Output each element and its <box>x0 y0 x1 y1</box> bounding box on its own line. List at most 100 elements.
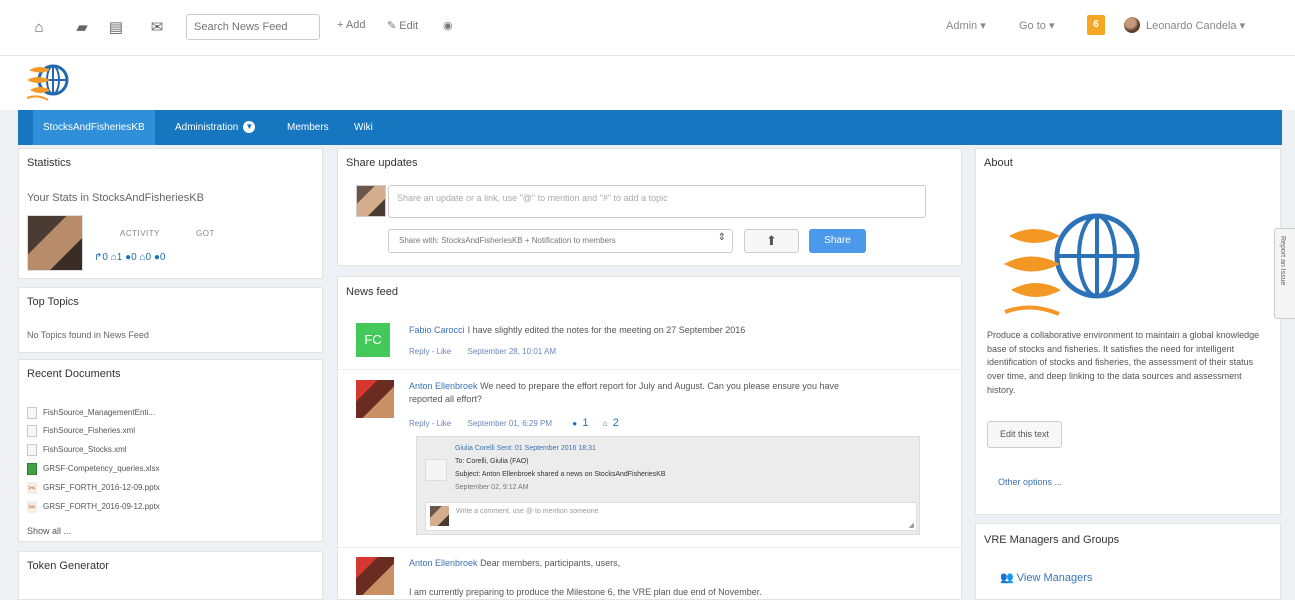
main-navigation: StocksAndFisheriesKB Administration ▼ Mem… <box>18 110 1282 145</box>
post-date: September 01, 6:29 PM <box>467 419 553 428</box>
divider <box>338 369 961 370</box>
other-options-link[interactable]: Other options ... <box>998 477 1062 487</box>
share-button[interactable]: Share <box>809 229 866 253</box>
user-profile-avatar[interactable] <box>27 215 83 271</box>
document-link[interactable]: GRSF-Competency_queries.xlsx <box>27 463 159 475</box>
notification-badge[interactable]: 6 <box>1087 15 1105 35</box>
share-update-input[interactable]: Share an update or a link, use "@" to me… <box>388 185 926 218</box>
comment-author-sent: Giulia Corelli Sent: 01 September 2016 1… <box>455 445 596 452</box>
activity-label: ACTIVITY <box>120 229 161 238</box>
document-icon <box>27 425 37 437</box>
comment-placeholder: Write a comment, use @ to mention someon… <box>456 508 599 515</box>
post-author[interactable]: Anton Ellenbroek <box>409 381 478 391</box>
document-name: FishSource_Stocks.xml <box>43 445 127 455</box>
view-managers-label: View Managers <box>1016 572 1093 584</box>
nav-administration[interactable]: Administration ▼ <box>165 110 265 145</box>
post-meta: Reply - Like September 01, 6:29 PM ● 1 ⌂… <box>409 417 619 429</box>
search-news-feed-input[interactable] <box>186 14 320 40</box>
post-text-line-1: We need to prepare the effort report for… <box>480 381 839 391</box>
document-icon <box>27 444 37 456</box>
nav-stocks-and-fisheries-kb[interactable]: StocksAndFisheriesKB <box>33 110 155 145</box>
admin-menu[interactable]: Admin ▾ <box>946 19 986 32</box>
edit-text-button[interactable]: Edit this text <box>987 421 1062 448</box>
presentation-icon: ✂ <box>27 482 37 494</box>
nav-wiki[interactable]: Wiki <box>344 110 383 145</box>
statistics-card: Statistics Your Stats in StocksAndFisher… <box>18 148 323 279</box>
like-link[interactable]: Like <box>437 419 452 428</box>
edit-icon: ✎ <box>387 20 397 32</box>
show-all-link[interactable]: Show all ... <box>27 526 71 536</box>
comment-author-avatar[interactable] <box>425 459 447 481</box>
site-header <box>0 56 1295 110</box>
comment-thread: Giulia Corelli Sent: 01 September 2016 1… <box>416 436 920 535</box>
upload-button[interactable]: ⬆ <box>744 229 799 253</box>
reply-link[interactable]: Reply <box>409 347 429 356</box>
token-generator-title: Token Generator <box>27 560 109 572</box>
user-name: Leonardo Candela <box>1146 20 1237 32</box>
document-name: FishSource_ManagementEnti... <box>43 408 156 418</box>
mail-icon[interactable]: ✉ <box>148 20 166 36</box>
nav-members[interactable]: Members <box>277 110 339 145</box>
user-menu[interactable]: Leonardo Candela ▾ <box>1146 19 1245 32</box>
statistics-subtitle: Your Stats in StocksAndFisheriesKB <box>27 192 204 204</box>
document-link[interactable]: FishSource_Stocks.xml <box>27 444 127 456</box>
document-name: GRSF_FORTH_2016-09-12.pptx <box>43 502 160 512</box>
go-to-label: Go to <box>1019 20 1046 32</box>
chevron-down-icon: ▾ <box>980 20 986 32</box>
users-icon: 👥 <box>1000 572 1014 584</box>
post-author[interactable]: Anton Ellenbroek <box>409 558 478 568</box>
user-avatar[interactable] <box>1124 17 1140 33</box>
post-text: I have slightly edited the notes for the… <box>467 325 746 335</box>
add-button[interactable]: + Add <box>337 19 365 31</box>
document-name: FishSource_Fisheries.xml <box>43 426 136 436</box>
view-managers-link[interactable]: 👥 View Managers <box>1000 571 1092 584</box>
presentation-icon: ✂ <box>27 501 37 513</box>
comment-input[interactable]: Write a comment, use @ to mention someon… <box>425 502 917 531</box>
home-icon[interactable]: ⌂ <box>30 20 48 36</box>
spreadsheet-icon <box>27 463 37 475</box>
resize-handle-icon[interactable]: ◢ <box>909 521 914 529</box>
post-author-avatar[interactable] <box>356 380 394 418</box>
eye-icon[interactable]: ◉ <box>443 19 453 32</box>
vre-managers-card: VRE Managers and Groups 👥 View Managers <box>975 523 1281 600</box>
post-author[interactable]: Fabio Carocci <box>409 325 465 335</box>
post-author-avatar[interactable] <box>356 557 394 595</box>
edit-label: Edit <box>399 20 419 32</box>
user-avatar <box>356 185 386 217</box>
document-link[interactable]: ✂ GRSF_FORTH_2016-12-09.pptx <box>27 482 160 494</box>
top-topics-title: Top Topics <box>27 296 79 308</box>
token-generator-card: Token Generator <box>18 551 323 600</box>
post-author-avatar[interactable]: FC <box>356 323 390 357</box>
go-to-menu[interactable]: Go to ▾ <box>1019 19 1055 32</box>
feed-post: Anton Ellenbroek We need to prepare the … <box>409 380 944 406</box>
chevron-down-icon: ▾ <box>1048 20 1055 32</box>
document-name: GRSF-Competency_queries.xlsx <box>43 464 160 474</box>
share-audience-select[interactable]: Share with: StocksAndFisheriesKB + Notif… <box>388 229 733 253</box>
comment-to: To: Corelli, Giulia (FAO) <box>455 458 529 465</box>
document-link[interactable]: FishSource_Fisheries.xml <box>27 425 135 437</box>
document-icon <box>27 407 37 419</box>
news-feed-card: News feed FC Fabio Carocci I have slight… <box>337 276 962 600</box>
top-topics-card: Top Topics No Topics found in News Feed <box>18 287 323 353</box>
document-link[interactable]: FishSource_ManagementEnti... <box>27 407 155 419</box>
comment-subject: Subject: Anton Ellenbroek shared a news … <box>455 471 666 478</box>
about-card: About Produce a collaborative environmen… <box>975 148 1281 515</box>
globe-logo-icon <box>26 64 69 101</box>
report-issue-tab[interactable]: Report an Issue <box>1274 228 1295 319</box>
like-link[interactable]: Like <box>437 347 452 356</box>
document-link[interactable]: ✂ GRSF_FORTH_2016-09-12.pptx <box>27 501 160 513</box>
edit-button[interactable]: ✎ Edit <box>387 19 418 32</box>
statistics-title: Statistics <box>27 157 72 169</box>
comment-count: 1 <box>582 417 589 429</box>
post-text-line-2: reported all effort? <box>409 394 482 405</box>
chevron-down-icon: ▼ <box>243 121 256 134</box>
post-text: Dear members, participants, users, <box>480 558 621 568</box>
reply-link[interactable]: Reply <box>409 419 429 428</box>
thumbs-up-icon[interactable]: ⌂ <box>603 419 608 428</box>
got-label: GOT <box>196 229 215 238</box>
share-updates-title: Share updates <box>346 157 418 169</box>
folder-icon[interactable]: ▰ <box>73 20 91 36</box>
bookshelf-icon[interactable]: ▤ <box>107 20 125 36</box>
share-audience-value: Share with: StocksAndFisheriesKB + Notif… <box>399 236 616 245</box>
comment-icon[interactable]: ● <box>572 419 577 428</box>
